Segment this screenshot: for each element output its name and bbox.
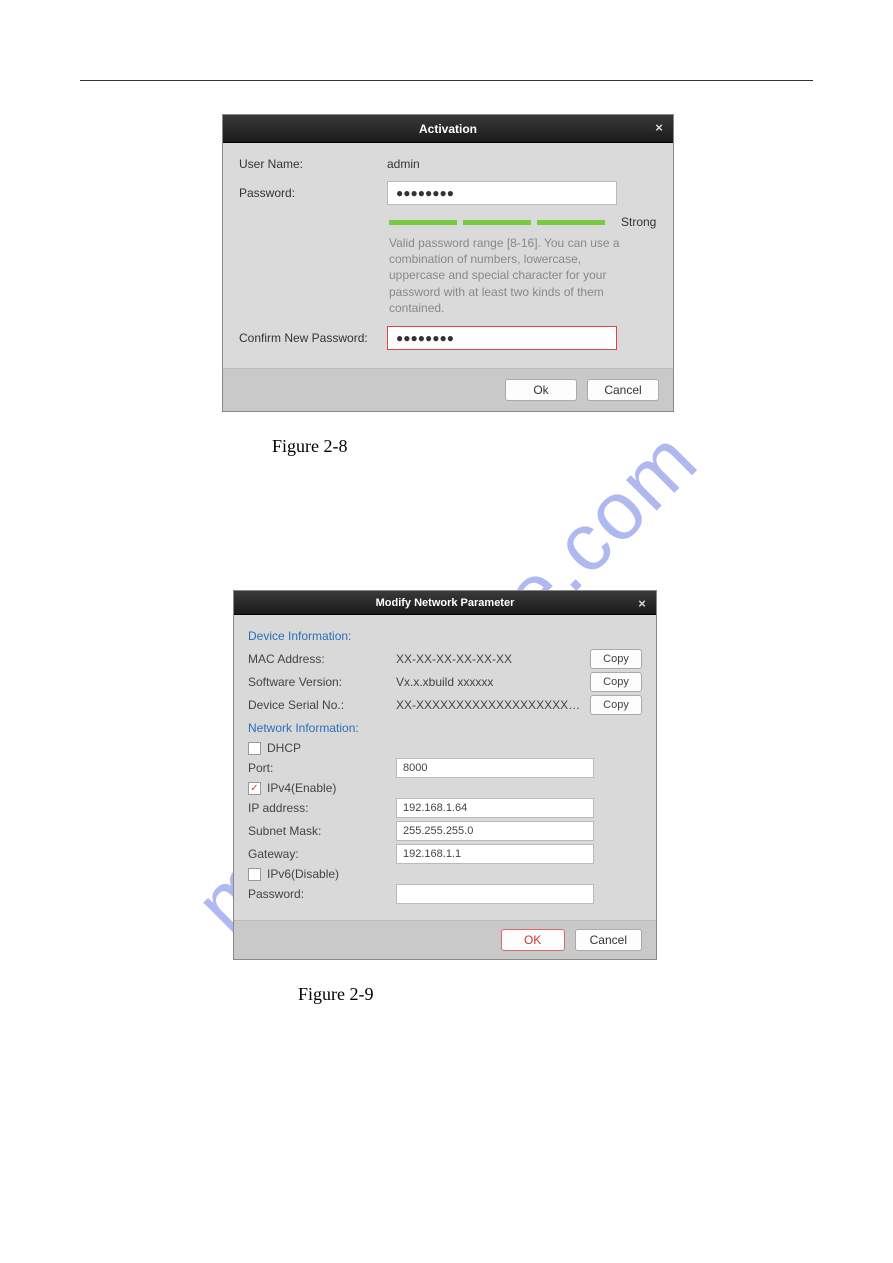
ipv6-checkbox[interactable] — [248, 868, 261, 881]
software-version-value: Vx.x.xbuild xxxxxx — [396, 675, 584, 689]
figure-2-9-container: Modify Network Parameter × Device Inform… — [233, 590, 657, 1005]
modify-network-dialog: Modify Network Parameter × Device Inform… — [233, 590, 657, 960]
password-label: Password: — [239, 186, 387, 200]
device-info-section-label: Device Information: — [248, 629, 642, 643]
strength-bar-3 — [537, 220, 605, 225]
ip-address-label: IP address: — [248, 801, 396, 815]
horizontal-rule — [80, 80, 813, 81]
figure-2-8-caption: Figure 2-8 — [272, 436, 674, 457]
dialog-titlebar: Activation × — [223, 115, 673, 143]
dialog-titlebar: Modify Network Parameter × — [234, 591, 656, 615]
subnet-mask-input[interactable] — [396, 821, 594, 841]
copy-serial-button[interactable]: Copy — [590, 695, 642, 715]
ip-address-input[interactable] — [396, 798, 594, 818]
gateway-input[interactable] — [396, 844, 594, 864]
strength-label: Strong — [621, 215, 656, 229]
dialog-title: Modify Network Parameter — [376, 597, 515, 609]
copy-software-button[interactable]: Copy — [590, 672, 642, 692]
confirm-password-label: Confirm New Password: — [239, 331, 387, 345]
dialog-body: Device Information: MAC Address: XX-XX-X… — [234, 615, 656, 920]
cancel-button[interactable]: Cancel — [587, 379, 659, 401]
password-hint: Valid password range [8-16]. You can use… — [389, 235, 639, 316]
username-label: User Name: — [239, 157, 387, 171]
cancel-button[interactable]: Cancel — [575, 929, 642, 951]
copy-mac-button[interactable]: Copy — [590, 649, 642, 669]
strength-bar-2 — [463, 220, 531, 225]
dialog-footer: Ok Cancel — [223, 368, 673, 411]
mac-address-label: MAC Address: — [248, 652, 396, 666]
dialog-title: Activation — [419, 122, 477, 136]
network-info-section-label: Network Information: — [248, 721, 642, 735]
password-strength-meter: Strong — [389, 215, 657, 229]
ipv4-checkbox[interactable]: ✓ — [248, 782, 261, 795]
ok-button[interactable]: Ok — [505, 379, 577, 401]
gateway-label: Gateway: — [248, 847, 396, 861]
dhcp-label: DHCP — [267, 741, 301, 755]
figure-2-8-container: Activation × User Name: admin Password: … — [222, 114, 674, 457]
ipv6-label: IPv6(Disable) — [267, 867, 339, 881]
net-password-input[interactable] — [396, 884, 594, 904]
close-icon[interactable]: × — [651, 120, 667, 136]
serial-value: XX-XXXXXXXXXXXXXXXXXXXXXXXXXXXXXXX — [396, 698, 584, 712]
ok-button[interactable]: OK — [501, 929, 565, 951]
figure-2-9-caption: Figure 2-9 — [298, 984, 657, 1005]
username-value: admin — [387, 157, 420, 171]
port-input[interactable] — [396, 758, 594, 778]
strength-bar-1 — [389, 220, 457, 225]
software-version-label: Software Version: — [248, 675, 396, 689]
activation-dialog: Activation × User Name: admin Password: … — [222, 114, 674, 412]
confirm-password-input[interactable] — [387, 326, 617, 350]
dhcp-checkbox[interactable] — [248, 742, 261, 755]
subnet-mask-label: Subnet Mask: — [248, 824, 396, 838]
dialog-footer: OK Cancel — [234, 920, 656, 959]
password-input[interactable] — [387, 181, 617, 205]
port-label: Port: — [248, 761, 396, 775]
ipv4-label: IPv4(Enable) — [267, 781, 336, 795]
close-icon[interactable]: × — [634, 596, 650, 612]
mac-address-value: XX-XX-XX-XX-XX-XX — [396, 652, 584, 666]
net-password-label: Password: — [248, 887, 396, 901]
serial-label: Device Serial No.: — [248, 698, 396, 712]
dialog-body: User Name: admin Password: Strong Valid … — [223, 143, 673, 368]
